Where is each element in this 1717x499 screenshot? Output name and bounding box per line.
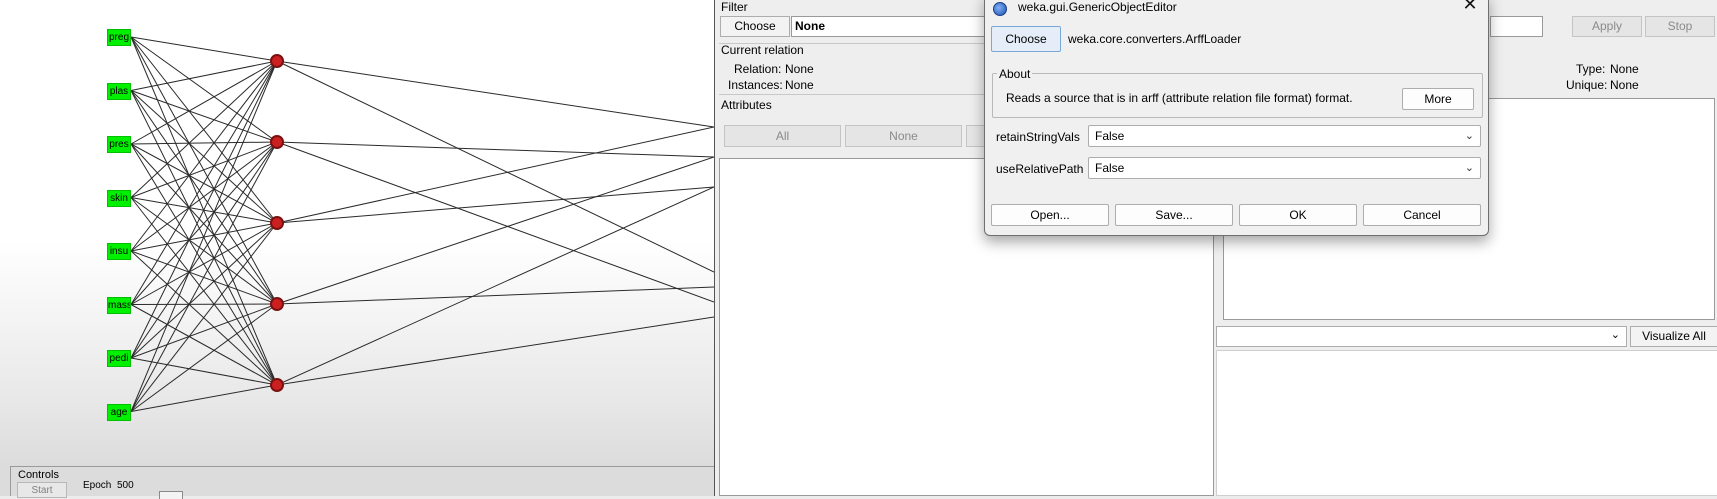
filter-choose-button[interactable]: Choose bbox=[720, 16, 790, 37]
retain-string-vals-value: False bbox=[1095, 129, 1125, 143]
connection-line bbox=[130, 141, 278, 198]
connection-line bbox=[130, 60, 278, 145]
connection-line bbox=[276, 156, 714, 305]
attributes-invert-button[interactable] bbox=[966, 125, 986, 147]
class-selector[interactable]: ⌄ bbox=[1216, 326, 1627, 347]
close-icon[interactable]: ✕ bbox=[1460, 0, 1480, 15]
connection-line bbox=[276, 316, 714, 386]
instances-value: None bbox=[785, 78, 814, 92]
use-relative-path-select[interactable]: False ⌄ bbox=[1088, 157, 1481, 179]
loader-class-name: weka.core.converters.ArffLoader bbox=[1068, 32, 1242, 46]
connection-line bbox=[276, 286, 714, 305]
connection-line bbox=[276, 186, 714, 386]
type-label: Type: bbox=[1576, 62, 1606, 76]
input-node-preg[interactable]: preg bbox=[107, 29, 131, 46]
hidden-node[interactable] bbox=[270, 216, 284, 230]
hidden-node[interactable] bbox=[270, 378, 284, 392]
histogram-area bbox=[1216, 350, 1717, 496]
about-description: Reads a source that is in arff (attribut… bbox=[1006, 91, 1353, 105]
visualize-all-button[interactable]: Visualize All bbox=[1630, 326, 1717, 347]
connection-line bbox=[276, 126, 714, 224]
connection-line bbox=[130, 36, 278, 224]
current-relation-legend: Current relation bbox=[721, 43, 804, 57]
cancel-button[interactable]: Cancel bbox=[1363, 204, 1481, 226]
retain-string-vals-select[interactable]: False ⌄ bbox=[1088, 125, 1481, 147]
connection-line bbox=[130, 141, 278, 252]
input-node-mass[interactable]: mass bbox=[107, 296, 131, 314]
chevron-down-icon: ⌄ bbox=[1464, 130, 1474, 142]
connection-line bbox=[130, 60, 278, 412]
connection-line bbox=[276, 141, 714, 158]
more-button[interactable]: More bbox=[1402, 88, 1474, 110]
filter-value-field[interactable]: None bbox=[791, 16, 986, 37]
input-node-age[interactable]: age bbox=[107, 403, 131, 421]
type-value: None bbox=[1610, 62, 1639, 76]
instances-label: Instances: bbox=[728, 78, 783, 92]
connection-line bbox=[130, 60, 278, 198]
connection-line bbox=[130, 384, 278, 412]
connection-line bbox=[130, 222, 278, 359]
unique-value: None bbox=[1610, 78, 1639, 92]
open-button[interactable]: Open... bbox=[991, 204, 1109, 226]
ok-button[interactable]: OK bbox=[1239, 204, 1357, 226]
filter-legend: Filter bbox=[721, 0, 748, 14]
unique-label: Unique: bbox=[1566, 78, 1608, 92]
relation-value: None bbox=[785, 62, 814, 76]
attributes-none-button[interactable]: None bbox=[845, 125, 962, 147]
dialog-title: weka.gui.GenericObjectEditor bbox=[1018, 0, 1177, 14]
use-relative-path-value: False bbox=[1095, 161, 1125, 175]
apply-button[interactable]: Apply bbox=[1572, 16, 1642, 37]
connection-line bbox=[130, 90, 278, 305]
network-connections bbox=[130, 36, 714, 412]
connection-line bbox=[130, 303, 278, 305]
neural-network-panel: preg plas pres skin insu mass pedi age Controls… bbox=[0, 0, 714, 499]
hidden-node[interactable] bbox=[270, 54, 284, 68]
epoch-label: Epoch bbox=[83, 480, 112, 491]
save-button[interactable]: Save... bbox=[1115, 204, 1233, 226]
hidden-node[interactable] bbox=[270, 135, 284, 149]
epoch-value: 500 bbox=[117, 480, 134, 491]
connection-line bbox=[276, 186, 714, 224]
controls-title: Controls bbox=[18, 469, 59, 481]
connection-line bbox=[130, 197, 278, 386]
input-node-insu[interactable]: insu bbox=[107, 243, 131, 260]
about-legend: About bbox=[997, 67, 1033, 81]
input-node-pedi[interactable]: pedi bbox=[107, 350, 131, 367]
separator bbox=[719, 94, 989, 95]
stop-button[interactable]: Stop bbox=[1645, 16, 1715, 37]
attributes-legend: Attributes bbox=[721, 98, 772, 112]
input-node-plas[interactable]: plas bbox=[107, 82, 131, 100]
controls-panel: Controls Start Epoch 500 bbox=[10, 466, 714, 499]
input-node-skin[interactable]: skin bbox=[107, 189, 131, 207]
dialog-choose-button[interactable]: Choose bbox=[991, 26, 1061, 52]
chevron-down-icon: ⌄ bbox=[1610, 329, 1620, 341]
connection-line bbox=[130, 141, 278, 359]
filter-field-right[interactable] bbox=[1490, 16, 1543, 37]
generic-object-editor-dialog: weka.gui.GenericObjectEditor ✕ Choose we… bbox=[984, 0, 1489, 236]
property-label-retain-string-vals: retainStringVals bbox=[996, 130, 1080, 144]
hidden-node[interactable] bbox=[270, 297, 284, 311]
connection-line bbox=[130, 36, 278, 62]
controls-input-field[interactable] bbox=[159, 491, 183, 499]
connection-line bbox=[130, 60, 278, 359]
chevron-down-icon: ⌄ bbox=[1464, 162, 1474, 174]
connection-line bbox=[130, 141, 278, 145]
property-label-use-relative-path: useRelativePath bbox=[996, 162, 1084, 176]
input-node-pres[interactable]: pres bbox=[107, 136, 131, 153]
connection-line bbox=[130, 303, 278, 359]
attributes-all-button[interactable]: All bbox=[724, 125, 841, 147]
relation-label: Relation: bbox=[734, 62, 782, 76]
connection-line bbox=[276, 60, 714, 128]
weka-app-icon bbox=[993, 2, 1007, 16]
